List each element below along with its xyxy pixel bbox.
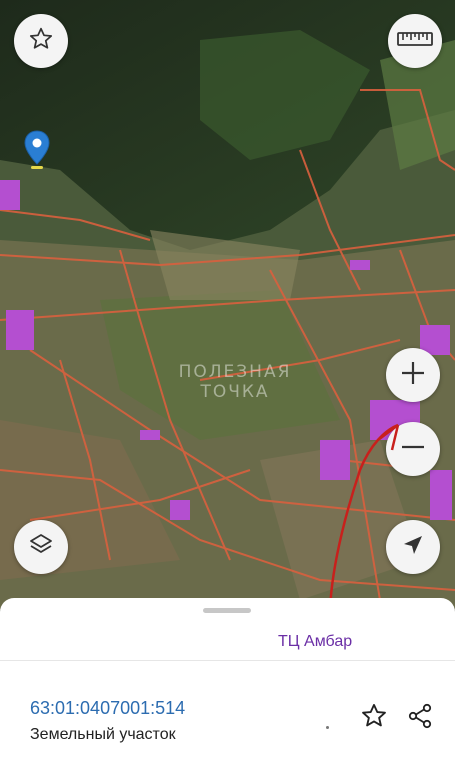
object-info-sheet[interactable]: ТЦ Амбар 63:01:0407001:514 Земельный уча… [0, 598, 455, 768]
object-type-label: Земельный участок [30, 726, 176, 743]
annotation-label: ТЦ Амбар [278, 633, 353, 650]
favorite-object-button[interactable] [358, 702, 390, 734]
share-button[interactable] [404, 702, 436, 734]
cadastral-number[interactable]: 63:01:0407001:514 [30, 698, 185, 719]
annotation-arrow [328, 423, 400, 610]
map-view[interactable]: ПОЛЕЗНАЯ ТОЧКА [0, 0, 455, 610]
sheet-drag-handle[interactable] [203, 608, 251, 613]
star-outline-icon [360, 702, 388, 735]
sheet-divider [0, 660, 455, 661]
dot-marker [326, 726, 329, 729]
share-icon [406, 702, 434, 735]
